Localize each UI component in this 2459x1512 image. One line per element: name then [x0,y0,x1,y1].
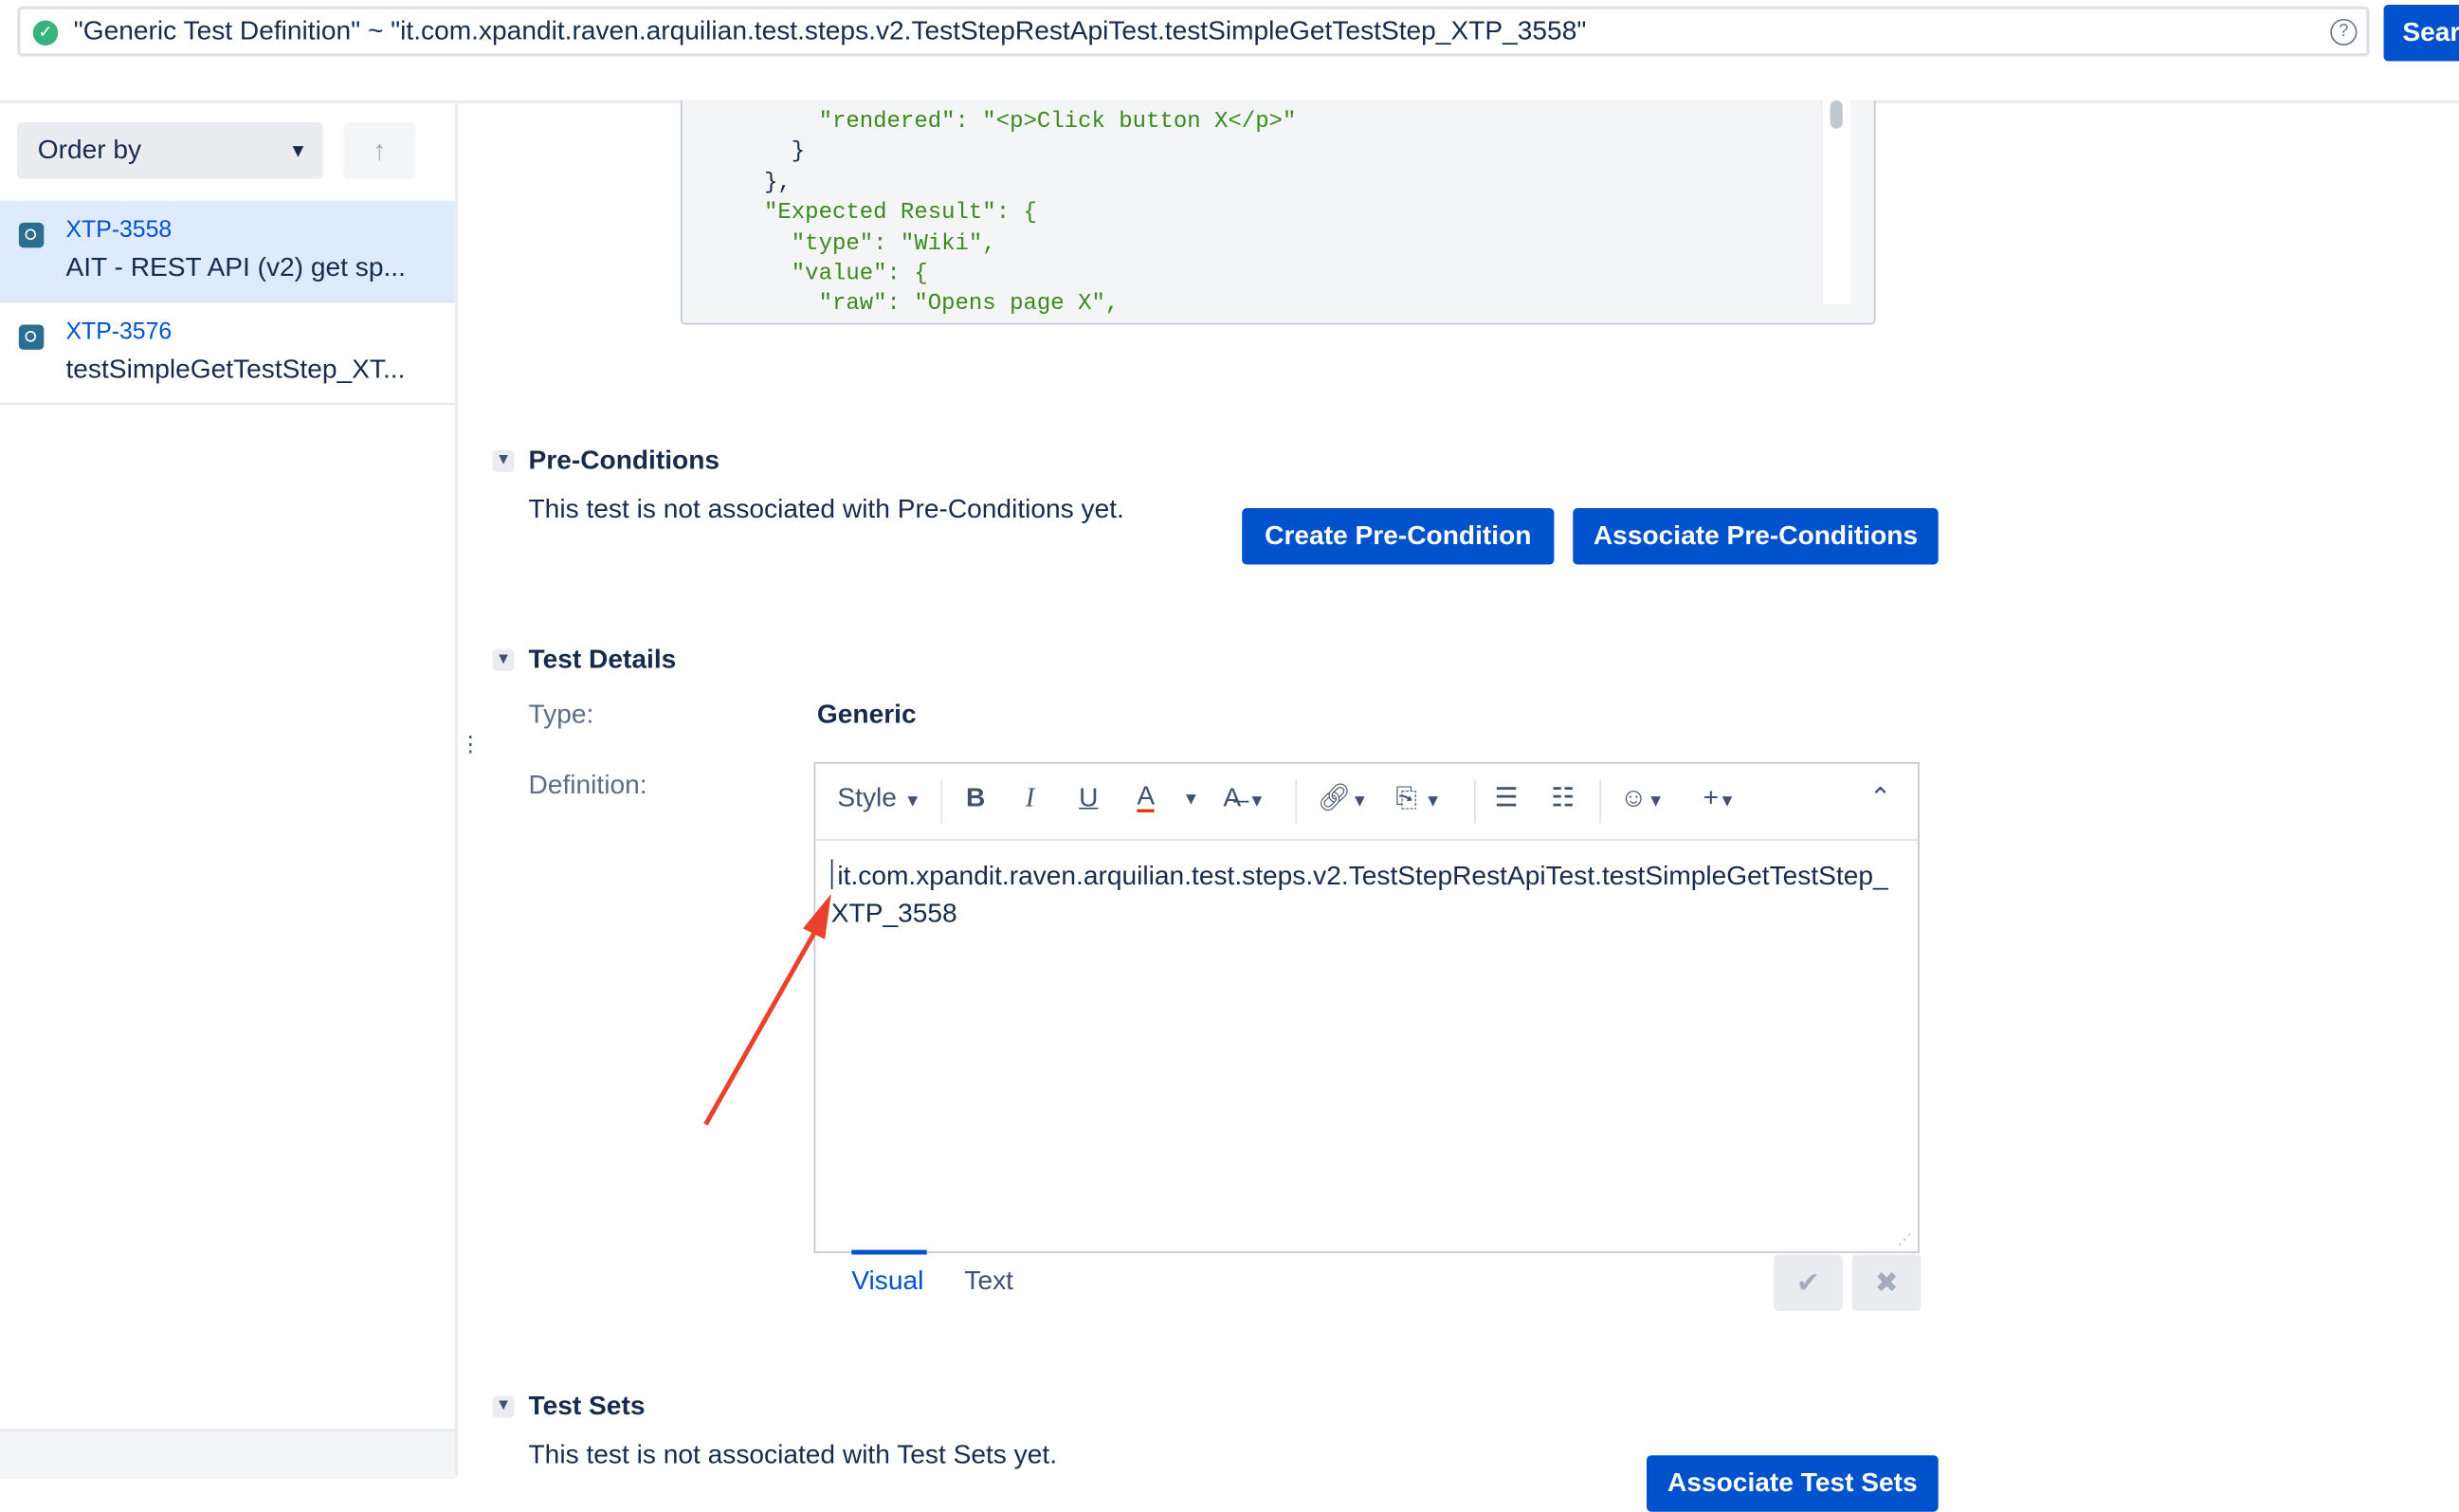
top-bar: ✓ "Generic Test Definition" ~ "it.com.xp… [0,0,2459,104]
collapse-toggle-icon[interactable]: ▼ [492,648,515,672]
section-title-preconditions: Pre-Conditions [528,445,720,476]
clear-formatting-icon[interactable]: A̶ ▼ [1223,782,1266,813]
code-line: "raw": "Opens page X", [682,292,1120,318]
type-value: Generic [816,699,917,730]
insert-more-icon[interactable]: +▼ [1703,782,1736,813]
order-by-select[interactable]: Order by ▼ [17,122,323,179]
code-line: }, [682,170,792,196]
checkmark-icon: ✔ [1795,1266,1820,1299]
code-scrollbar[interactable] [1820,100,1851,304]
divider [940,779,943,824]
style-dropdown[interactable]: Style ▼ [837,782,920,813]
help-icon[interactable]: ? [2330,18,2358,46]
arrow-head [803,893,831,939]
test-issue-icon [18,222,45,248]
preconditions-message: This test is not associated with Pre-Con… [528,494,1124,524]
sidebar-footer [0,1429,455,1480]
associate-preconditions-button[interactable]: Associate Pre-Conditions [1573,507,1939,565]
testsets-message: This test is not associated with Test Se… [528,1439,1058,1470]
issue-summary: testSimpleGetTestStep_XT... [65,354,406,385]
italic-icon[interactable]: I [1026,782,1034,813]
collapse-toggle-icon[interactable]: ▼ [492,1395,515,1418]
issue-summary: AIT - REST API (v2) get sp... [65,252,406,282]
divider [1474,779,1476,824]
definition-text[interactable]: it.com.xpandit.raven.arquilian.test.step… [830,858,1905,933]
link-icon[interactable]: 🔗︎▼ [1318,782,1369,813]
resize-handle-icon[interactable]: ⋮ [460,731,482,757]
bullet-list-icon[interactable]: ☰ [1495,782,1519,813]
definition-label: Definition: [528,770,647,800]
collapse-toggle-icon[interactable]: ▼ [492,449,515,472]
cancel-button[interactable]: ✖ [1851,1254,1922,1311]
section-title-test-details: Test Details [528,644,677,675]
code-line: "Expected Result": { [682,201,1037,227]
search-input[interactable]: ✓ "Generic Test Definition" ~ "it.com.xp… [17,6,2370,57]
numbered-list-icon[interactable]: ☷ [1551,782,1575,813]
chevron-down-icon[interactable]: ▼ [1182,791,1199,810]
attachment-icon[interactable]: ⎘ ▼ [1395,782,1441,813]
list-item[interactable]: XTP-3558 AIT - REST API (v2) get sp... [0,200,455,303]
chevron-down-icon: ▼ [288,139,308,162]
sort-direction-button[interactable]: ↑ [343,122,416,179]
search-button[interactable]: Search [2383,4,2459,62]
divider [1599,779,1602,824]
definition-value: it.com.xpandit.raven.arquilian.test.step… [830,861,1888,929]
code-line: "type": "Wiki", [682,231,996,257]
section-title-test-sets: Test Sets [528,1391,646,1421]
save-button[interactable]: ✔ [1774,1254,1843,1311]
chevron-down-icon: ▼ [903,792,921,811]
order-by-label: Order by [37,135,142,165]
active-tab-indicator [851,1249,927,1255]
definition-editor[interactable]: Style ▼ B I U A ▼ A̶ ▼ 🔗︎▼ ⎘ ▼ ☰ ☷ ☺▼ +▼… [813,761,1920,1253]
valid-query-check-icon: ✓ [32,20,59,46]
editor-toolbar: Style ▼ B I U A ▼ A̶ ▼ 🔗︎▼ ⎘ ▼ ☰ ☷ ☺▼ +▼… [815,764,1919,841]
tab-visual[interactable]: Visual [851,1266,923,1297]
annotation-arrow [703,893,831,1126]
code-line: "rendered": "<p>Click button X</p>" [682,109,1297,136]
issue-key[interactable]: XTP-3558 [65,216,172,243]
type-label: Type: [528,699,594,730]
style-label: Style [837,782,897,812]
test-issue-icon [18,324,45,350]
create-precondition-button[interactable]: Create Pre-Condition [1242,507,1555,565]
code-content: "rendered": "<p>Click button X</p>" } },… [683,108,1812,321]
tab-text[interactable]: Text [964,1266,1013,1297]
emoticon-icon[interactable]: ☺▼ [1620,782,1665,813]
code-line: } [682,139,806,166]
divider [1295,779,1298,824]
collapse-toolbar-icon[interactable]: ⌃ [1869,782,1892,813]
search-query: "Generic Test Definition" ~ "it.com.xpan… [73,15,1587,46]
issue-list-sidebar: Order by ▼ ↑ XTP-3558 AIT - REST API (v2)… [0,103,459,1480]
code-line: "value": { [682,262,928,287]
scrollbar-thumb[interactable] [1830,100,1843,129]
arrow-shaft [703,923,821,1126]
arrow-up-icon: ↑ [372,135,387,167]
bold-icon[interactable]: B [966,782,985,813]
resize-grip-icon[interactable]: ⋰ [1898,1231,1912,1248]
issue-key[interactable]: XTP-3576 [65,319,172,345]
list-item[interactable]: XTP-3576 testSimpleGetTestStep_XT... [0,302,455,405]
associate-test-sets-button[interactable]: Associate Test Sets [1647,1455,1939,1512]
underline-icon[interactable]: U [1079,782,1098,813]
text-color-icon[interactable]: A [1137,782,1156,812]
close-icon: ✖ [1874,1266,1899,1299]
json-code-block: "rendered": "<p>Click button X</p>" } },… [680,100,1876,325]
